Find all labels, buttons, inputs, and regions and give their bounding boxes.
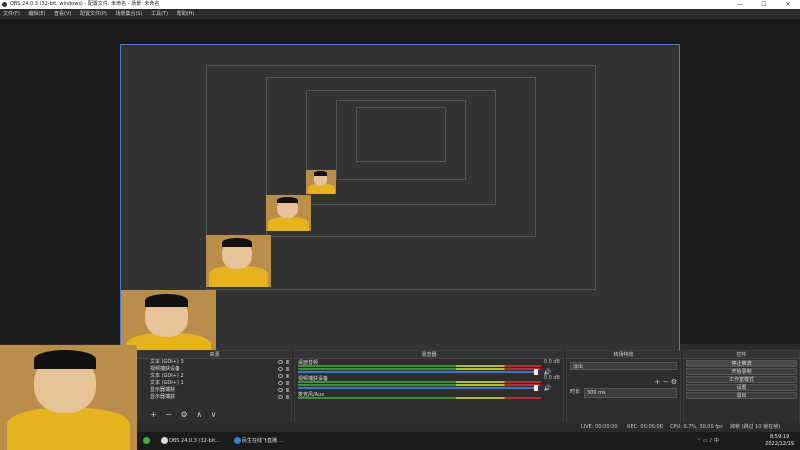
webcam-feed — [266, 195, 311, 231]
lock-icon[interactable] — [286, 395, 289, 399]
taskbar: OBS 24.0.3 (32-bit... 民生在线飞直播 ... ⌃ ▭ ♪ … — [137, 432, 800, 450]
transition-toolbar[interactable]: + − ⚙ — [570, 378, 677, 386]
title-bar: OBS 24.0.3 (32-bit, windows) - 配置文件: 未命名… — [0, 0, 800, 9]
start-recording-button[interactable]: 开始录制 — [686, 368, 797, 375]
start-button[interactable] — [141, 432, 151, 450]
clock[interactable]: 8:59:19 2022/12/19 — [765, 434, 794, 448]
source-item[interactable]: 文本 (GDI+) 3 — [138, 359, 291, 366]
volume-slider[interactable] — [298, 371, 538, 373]
sources-panel: 来源 文本 (GDI+) 3 视频捕获设备 文本 (GDI+) 2 文本 (GD… — [137, 350, 292, 432]
volume-meter — [298, 381, 541, 383]
source-label: 视频捕获设备 — [150, 366, 181, 372]
mixer-track: 麦克风/Aux — [295, 391, 563, 407]
rec-time: REC: 00:00:00 — [627, 424, 663, 430]
window-title: OBS 24.0.3 (32-bit, windows) - 配置文件: 未命名… — [10, 1, 160, 7]
minimize-button[interactable]: — — [728, 0, 752, 9]
webcam-feed-main — [0, 345, 137, 450]
status-bar: LIVE: 00:00:00 REC: 00:00:00 CPU: 0.7%, … — [137, 423, 800, 432]
source-item[interactable]: 显示器捕获 — [138, 387, 291, 394]
source-label: 文本 (GDI+) 2 — [150, 373, 184, 379]
transitions-panel: 转场特效 淡出 + − ⚙ 时长 300 ms — [566, 350, 681, 432]
eye-icon[interactable] — [278, 388, 283, 392]
sources-toolbar[interactable]: + − ⚙ ∧ ∨ — [150, 410, 219, 419]
menu-edit[interactable]: 编辑(E) — [28, 9, 45, 19]
source-item[interactable]: 视频捕获设备 — [138, 366, 291, 373]
cpu-fps: CPU: 0.7%, 30.00 fps — [670, 424, 723, 430]
clock-date: 2022/12/19 — [765, 441, 794, 447]
track-db: 0.0 dB — [543, 359, 560, 365]
close-button[interactable]: ✕ — [776, 0, 800, 9]
clock-time: 8:59:19 — [769, 434, 790, 440]
dropped-frames: 掉帧 (跳过 10 帧在帧) — [730, 424, 781, 430]
obs-icon — [161, 437, 168, 444]
recursive-screen-capture — [120, 44, 680, 362]
volume-meter — [298, 365, 541, 367]
lock-icon[interactable] — [286, 374, 289, 378]
taskbar-label: 民生在线飞直播 ... — [242, 438, 284, 444]
tray-icons[interactable]: ⌃ ▭ ♪ 中 — [697, 432, 719, 450]
source-item[interactable]: 文本 (GDI+) 1 — [138, 380, 291, 387]
duration-label: 时长 — [570, 389, 581, 395]
menu-bar: 文件(F) 编辑(E) 查看(V) 配置文件(P) 场景集合(S) 工具(T) … — [0, 9, 800, 19]
eye-icon[interactable] — [278, 360, 283, 364]
menu-profile[interactable]: 配置文件(P) — [80, 9, 107, 19]
volume-meter — [298, 368, 541, 370]
obs-logo-icon — [2, 2, 7, 7]
windows-icon — [143, 437, 150, 444]
source-item[interactable]: 文本 (GDI+) 2 — [138, 373, 291, 380]
menu-scene-collection[interactable]: 场景集合(S) — [115, 9, 142, 19]
webcam-feed — [206, 235, 271, 287]
source-label: 显示器捕获 — [150, 387, 176, 393]
eye-icon[interactable] — [278, 367, 283, 371]
lock-icon[interactable] — [286, 367, 289, 371]
source-item[interactable]: 显示器捕获 — [138, 394, 291, 401]
settings-button[interactable]: 设置 — [686, 384, 797, 391]
transition-select[interactable]: 淡出 — [570, 362, 677, 370]
webcam-feed — [306, 170, 336, 194]
eye-icon[interactable] — [278, 381, 283, 385]
source-label: 文本 (GDI+) 1 — [150, 380, 184, 386]
studio-mode-button[interactable]: 工作室模式 — [686, 376, 797, 383]
volume-meter — [298, 384, 541, 386]
taskbar-obs[interactable]: OBS 24.0.3 (32-bit... — [159, 432, 229, 450]
menu-tools[interactable]: 工具(T) — [151, 9, 168, 19]
lock-icon[interactable] — [286, 388, 289, 392]
source-label: 文本 (GDI+) 3 — [150, 359, 184, 365]
taskbar-browser[interactable]: 民生在线飞直播 ... — [232, 432, 302, 450]
lock-icon[interactable] — [286, 360, 289, 364]
menu-help[interactable]: 帮助(H) — [177, 9, 195, 19]
live-time: LIVE: 00:00:00 — [581, 424, 618, 430]
menu-file[interactable]: 文件(F) — [3, 9, 20, 19]
stop-stream-button[interactable]: 停止推流 — [686, 360, 797, 367]
duration-row: 时长 300 ms — [570, 388, 677, 398]
volume-slider[interactable] — [298, 387, 538, 389]
controls-panel: 控件 停止推流 开始录制 工作室模式 设置 退出 — [683, 350, 800, 432]
menu-view[interactable]: 查看(V) — [54, 9, 71, 19]
lock-icon[interactable] — [286, 381, 289, 385]
sources-title: 来源 — [138, 351, 291, 359]
preview-area[interactable] — [0, 19, 800, 362]
obs-window: OBS 24.0.3 (32-bit, windows) - 配置文件: 未命名… — [0, 0, 800, 450]
mixer-panel: 混音器 桌面音频 0.0 dB 🔊 视频捕获设备 0.0 dB 🔊 麦克风/Aux — [294, 350, 564, 432]
app-icon — [234, 437, 241, 444]
mixer-track: 桌面音频 0.0 dB 🔊 — [295, 359, 563, 376]
eye-icon[interactable] — [278, 374, 283, 378]
mixer-title: 混音器 — [295, 351, 563, 359]
dock-panels: 来源 文本 (GDI+) 3 视频捕获设备 文本 (GDI+) 2 文本 (GD… — [137, 350, 800, 432]
mixer-track: 视频捕获设备 0.0 dB 🔊 — [295, 375, 563, 392]
exit-button[interactable]: 退出 — [686, 392, 797, 399]
eye-icon[interactable] — [278, 395, 283, 399]
maximize-button[interactable]: ☐ — [752, 0, 776, 9]
controls-title: 控件 — [684, 351, 799, 359]
track-db: 0.0 dB — [543, 375, 560, 381]
nested-capture — [356, 107, 446, 162]
duration-input[interactable]: 300 ms — [584, 388, 677, 398]
source-label: 显示器捕获 — [150, 394, 176, 400]
transitions-title: 转场特效 — [567, 351, 680, 359]
taskbar-label: OBS 24.0.3 (32-bit... — [169, 438, 220, 444]
volume-meter — [298, 397, 541, 399]
